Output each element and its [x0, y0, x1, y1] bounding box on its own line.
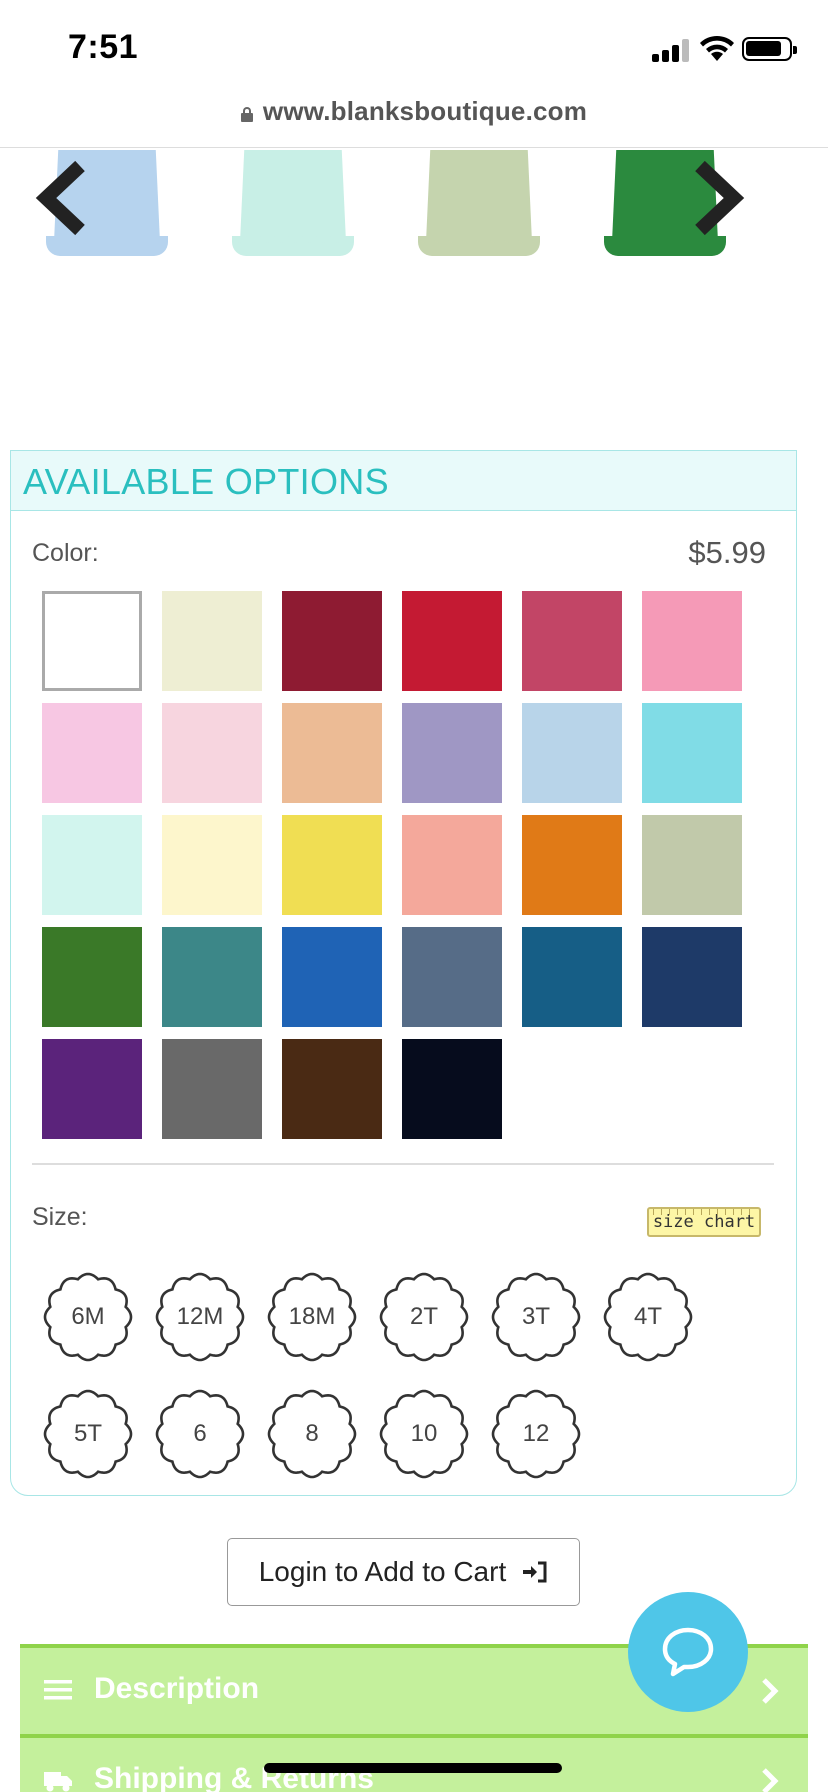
status-time: 7:51	[68, 28, 139, 66]
price: $5.99	[688, 535, 766, 570]
color-swatch[interactable]	[42, 591, 142, 691]
size-option-label: 18M	[288, 1303, 336, 1330]
size-chart-button[interactable]: size chart	[647, 1207, 761, 1237]
truck-icon	[44, 1768, 72, 1792]
status-bar: 7:51	[0, 0, 828, 96]
color-swatch[interactable]	[402, 703, 502, 803]
chat-icon	[662, 1627, 714, 1677]
size-option-label: 3T	[521, 1303, 550, 1330]
color-swatch[interactable]	[282, 591, 382, 691]
size-option-label: 6M	[71, 1303, 105, 1330]
size-option-label: 8	[305, 1420, 319, 1447]
product-carousel	[0, 150, 828, 262]
carousel-item[interactable]	[418, 150, 540, 258]
options-header: AVAILABLE OPTIONS	[11, 451, 796, 511]
login-button-label: Login to Add to Cart	[258, 1556, 507, 1587]
home-indicator	[264, 1763, 562, 1773]
color-swatch[interactable]	[642, 815, 742, 915]
chevron-right-icon	[760, 1676, 780, 1706]
color-swatch[interactable]	[642, 591, 742, 691]
size-option-button[interactable]: 4T	[602, 1271, 694, 1363]
color-swatch[interactable]	[522, 703, 622, 803]
color-swatch[interactable]	[282, 927, 382, 1027]
color-swatch[interactable]	[522, 591, 622, 691]
color-swatch[interactable]	[42, 927, 142, 1027]
menu-icon	[44, 1678, 72, 1702]
cellular-signal-icon	[652, 38, 692, 62]
lock-icon	[240, 107, 253, 122]
color-swatch[interactable]	[42, 815, 142, 915]
size-option-label: 12	[522, 1420, 550, 1447]
size-option-button[interactable]: 6	[154, 1388, 246, 1480]
divider	[32, 1163, 774, 1165]
size-option-label: 5T	[73, 1420, 102, 1447]
url-text: www.blanksboutique.com	[262, 96, 588, 126]
size-option-button[interactable]: 12	[490, 1388, 582, 1480]
color-swatch[interactable]	[642, 927, 742, 1027]
size-option-label: 6	[193, 1420, 207, 1447]
battery-icon	[742, 37, 797, 61]
size-label: Size:	[32, 1203, 88, 1231]
size-option-button[interactable]: 8	[266, 1388, 358, 1480]
size-option-label: 10	[410, 1420, 438, 1447]
color-swatch[interactable]	[162, 815, 262, 915]
size-chart-label: size chart	[652, 1212, 756, 1232]
carousel-item[interactable]	[232, 150, 354, 258]
color-swatch[interactable]	[42, 1039, 142, 1139]
size-option-button[interactable]: 12M	[154, 1271, 246, 1363]
color-swatch[interactable]	[162, 927, 262, 1027]
options-title: AVAILABLE OPTIONS	[23, 461, 389, 502]
color-swatch[interactable]	[282, 1039, 382, 1139]
color-label: Color:	[32, 539, 99, 567]
color-swatch[interactable]	[162, 591, 262, 691]
available-options-panel: AVAILABLE OPTIONS Color: $5.99 Size: siz…	[10, 450, 797, 1496]
size-option-button[interactable]: 6M	[42, 1271, 134, 1363]
chat-button[interactable]	[628, 1592, 748, 1712]
chevron-right-icon	[760, 1766, 780, 1792]
size-option-label: 12M	[176, 1303, 224, 1330]
login-to-add-to-cart-button[interactable]: Login to Add to Cart	[227, 1538, 580, 1606]
carousel-next-arrow-icon[interactable]	[686, 160, 746, 236]
color-swatch[interactable]	[282, 815, 382, 915]
color-swatch[interactable]	[522, 927, 622, 1027]
color-swatch[interactable]	[522, 815, 622, 915]
size-option-button[interactable]: 3T	[490, 1271, 582, 1363]
color-swatch[interactable]	[402, 815, 502, 915]
size-option-label: 2T	[409, 1303, 438, 1330]
color-swatch[interactable]	[282, 703, 382, 803]
sign-in-icon	[522, 1541, 548, 1583]
color-swatch[interactable]	[162, 703, 262, 803]
color-swatch[interactable]	[402, 1039, 502, 1139]
size-option-button[interactable]: 5T	[42, 1388, 134, 1480]
size-option-button[interactable]: 10	[378, 1388, 470, 1480]
color-swatch[interactable]	[402, 927, 502, 1027]
color-swatch[interactable]	[162, 1039, 262, 1139]
description-label: Description	[94, 1672, 260, 1705]
wifi-icon	[698, 34, 736, 62]
size-option-button[interactable]: 18M	[266, 1271, 358, 1363]
color-swatch[interactable]	[402, 591, 502, 691]
color-swatch[interactable]	[42, 703, 142, 803]
color-swatch[interactable]	[642, 703, 742, 803]
size-option-button[interactable]: 2T	[378, 1271, 470, 1363]
carousel-prev-arrow-icon[interactable]	[34, 160, 94, 236]
size-option-label: 4T	[633, 1303, 662, 1330]
address-bar[interactable]: www.blanksboutique.com	[0, 88, 828, 148]
